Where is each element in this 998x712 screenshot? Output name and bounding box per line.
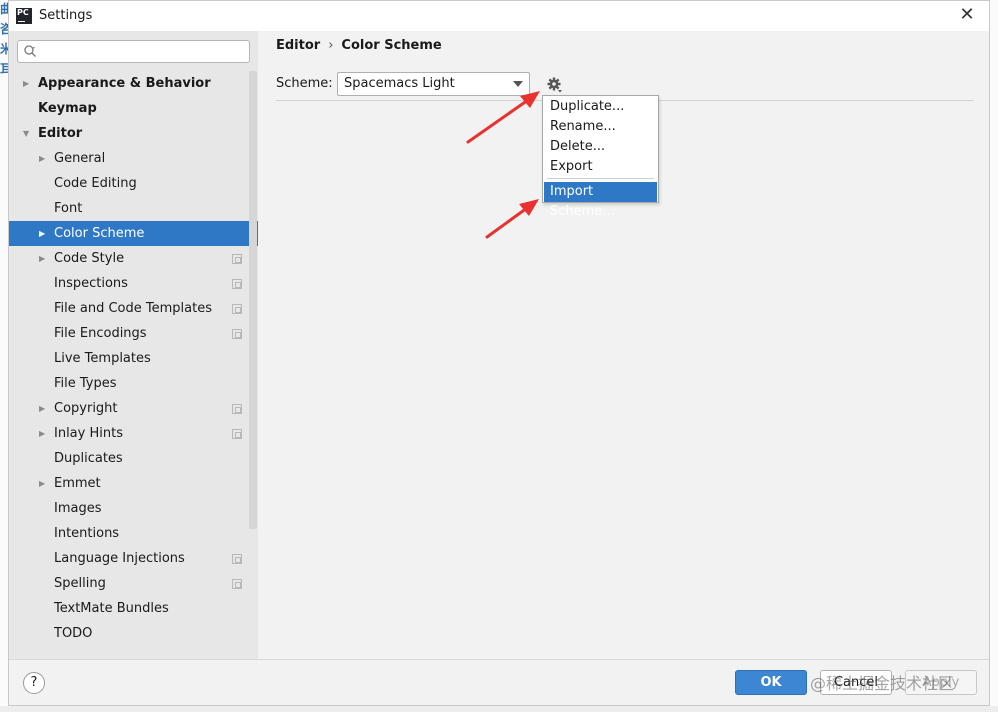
project-scope-icon: [232, 254, 242, 264]
project-scope-icon: [232, 304, 242, 314]
settings-tree: ▶ Appearance & Behavior Keymap ▼ Editor ▶ Gene…: [9, 71, 258, 646]
sidebar-item[interactable]: Keymap: [9, 96, 258, 121]
menu-item-import-scheme[interactable]: Import Scheme...: [544, 182, 657, 219]
sidebar-item-label: General: [54, 151, 106, 166]
collapse-arrow-icon[interactable]: ▶: [23, 71, 29, 96]
cancel-button[interactable]: Cancel: [820, 670, 892, 695]
sidebar-item-label: File Types: [54, 376, 117, 391]
collapse-arrow-icon[interactable]: ▶: [39, 471, 45, 496]
menu-item-rename[interactable]: Rename...: [544, 117, 657, 137]
sidebar-item[interactable]: Code Editing: [9, 171, 258, 196]
sidebar-item[interactable]: ▶ Code Style: [9, 246, 258, 271]
sidebar-item-label: Code Style: [54, 251, 125, 266]
sidebar-item-label: Live Templates: [54, 351, 151, 366]
sidebar-item[interactable]: ▼ Editor: [9, 121, 258, 146]
sidebar-item-label: Images: [54, 501, 102, 516]
project-scope-icon: [232, 279, 242, 289]
sidebar-item[interactable]: TODO: [9, 621, 258, 646]
scheme-actions-menu: Duplicate... Rename... Delete... Export …: [542, 95, 659, 219]
search-field[interactable]: [17, 40, 250, 63]
sidebar-item-label: Keymap: [38, 101, 97, 116]
search-icon: [24, 45, 36, 57]
project-scope-icon: [232, 404, 242, 414]
sidebar-item-label: File Encodings: [54, 326, 147, 341]
close-button[interactable]: ✕: [957, 5, 977, 25]
breadcrumb-separator: ›: [328, 38, 334, 53]
collapse-arrow-icon[interactable]: ▶: [39, 396, 45, 421]
collapse-arrow-icon[interactable]: ▶: [39, 421, 45, 446]
sidebar-item-label: Spelling: [54, 576, 106, 591]
project-scope-icon: [232, 329, 242, 339]
sidebar-item-label: TODO: [54, 626, 93, 641]
sidebar-item[interactable]: TextMate Bundles: [9, 596, 258, 621]
project-scope-icon: [232, 579, 242, 589]
dialog-footer: ? OK Cancel Apply: [9, 659, 989, 705]
project-scope-icon: [232, 429, 242, 439]
sidebar-item-label: Font: [54, 201, 83, 216]
breadcrumb-current: Color Scheme: [341, 38, 442, 53]
sidebar-item[interactable]: File Encodings: [9, 321, 258, 346]
sidebar-item[interactable]: Duplicates: [9, 446, 258, 471]
menu-item-duplicate[interactable]: Duplicate...: [544, 97, 657, 117]
menu-item-delete[interactable]: Delete...: [544, 137, 657, 157]
expand-arrow-icon[interactable]: ▼: [23, 121, 29, 146]
scheme-dropdown[interactable]: Spacemacs Light: [337, 72, 530, 96]
sidebar-item[interactable]: ▶ Color Scheme: [9, 221, 258, 246]
breadcrumb-parent: Editor: [276, 38, 321, 53]
project-scope-icon: [232, 554, 242, 564]
menu-item-export[interactable]: Export: [544, 157, 657, 177]
ok-button[interactable]: OK: [735, 670, 807, 695]
sidebar-item-label: Copyright: [54, 401, 118, 416]
sidebar-item[interactable]: ▶ Inlay Hints: [9, 421, 258, 446]
sidebar-item-label: Appearance & Behavior: [38, 76, 211, 91]
settings-sidebar: ▶ Appearance & Behavior Keymap ▼ Editor ▶ Gene…: [9, 31, 258, 659]
sidebar-item[interactable]: ▶ Appearance & Behavior: [9, 71, 258, 96]
sidebar-item-label: Intentions: [54, 526, 120, 541]
sidebar-item[interactable]: Inspections: [9, 271, 258, 296]
sidebar-item[interactable]: ▶ Copyright: [9, 396, 258, 421]
sidebar-item[interactable]: Live Templates: [9, 346, 258, 371]
sidebar-item-label: Duplicates: [54, 451, 123, 466]
window-title: Settings: [39, 8, 93, 23]
sidebar-item-label: Color Scheme: [54, 226, 145, 241]
sidebar-item[interactable]: ▶ General: [9, 146, 258, 171]
sidebar-item[interactable]: File and Code Templates: [9, 296, 258, 321]
sidebar-item-label: Editor: [38, 126, 83, 141]
breadcrumb: Editor › Color Scheme: [276, 38, 442, 53]
sidebar-item[interactable]: Images: [9, 496, 258, 521]
sidebar-item-label: Language Injections: [54, 551, 185, 566]
sidebar-item-label: File and Code Templates: [54, 301, 212, 316]
scheme-label: Scheme:: [276, 76, 333, 91]
menu-separator: [547, 178, 654, 179]
sidebar-item[interactable]: Font: [9, 196, 258, 221]
settings-dialog: PC Settings ✕ ▶ Appearance & Behavior Keym…: [8, 0, 990, 706]
background-window-right: [989, 0, 998, 712]
background-window-bottom: [0, 706, 998, 712]
help-button[interactable]: ?: [23, 672, 45, 694]
gear-icon[interactable]: [546, 76, 564, 94]
sidebar-item-label: Code Editing: [54, 176, 137, 191]
sidebar-item[interactable]: File Types: [9, 371, 258, 396]
sidebar-item-label: TextMate Bundles: [54, 601, 169, 616]
sidebar-item-label: Inlay Hints: [54, 426, 123, 441]
sidebar-item[interactable]: Intentions: [9, 521, 258, 546]
collapse-arrow-icon[interactable]: ▶: [39, 146, 45, 171]
sidebar-item[interactable]: ▶ Emmet: [9, 471, 258, 496]
scheme-selected-value: Spacemacs Light: [344, 76, 455, 91]
sidebar-item[interactable]: Language Injections: [9, 546, 258, 571]
sidebar-scrollbar[interactable]: [249, 71, 257, 529]
apply-button[interactable]: Apply: [905, 670, 977, 695]
collapse-arrow-icon[interactable]: ▶: [39, 221, 45, 246]
pycharm-app-icon: PC: [16, 8, 32, 24]
sidebar-item-label: Emmet: [54, 476, 101, 491]
chevron-down-icon: [513, 81, 523, 87]
collapse-arrow-icon[interactable]: ▶: [39, 246, 45, 271]
sidebar-item-label: Inspections: [54, 276, 128, 291]
title-bar: PC Settings ✕: [9, 1, 989, 31]
sidebar-item[interactable]: Spelling: [9, 571, 258, 596]
